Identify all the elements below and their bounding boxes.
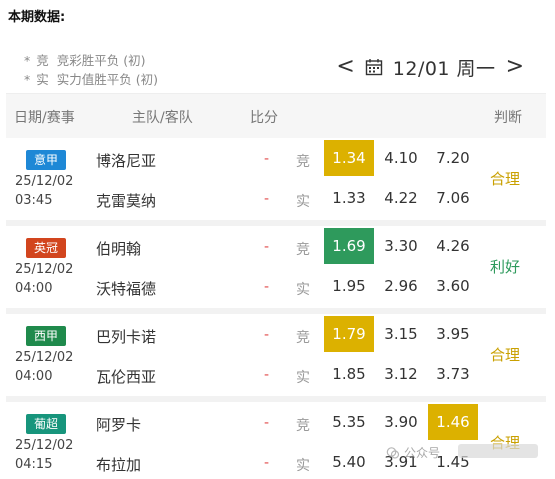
- verdict-label: 合理: [490, 346, 521, 364]
- odd-value: 4.22: [384, 189, 418, 207]
- away-team[interactable]: 沃特福德: [96, 278, 156, 299]
- league-badge[interactable]: 葡超: [26, 414, 66, 434]
- odd-value: 1.85: [332, 365, 366, 383]
- home-score: -: [264, 327, 270, 343]
- match-date: 25/12/02: [15, 438, 74, 453]
- odds-card: * 竞竞彩胜平负 (初) * 实实力值胜平负 (初) < 12/01 周一 > 日期…: [6, 28, 546, 479]
- verdict-label: 合理: [490, 170, 521, 188]
- match-time: 04:00: [15, 369, 53, 384]
- odd-value: 3.60: [436, 277, 470, 295]
- header-teams: 主队/客队: [132, 110, 193, 126]
- odd-value: 1.34: [324, 140, 374, 176]
- match-time: 03:45: [15, 193, 53, 208]
- page-title: 本期数据:: [8, 10, 66, 25]
- away-score: -: [264, 455, 270, 471]
- odd-value: 1.79: [324, 316, 374, 352]
- odds-type-jingcai: 竞: [296, 242, 310, 258]
- away-team[interactable]: 布拉加: [96, 454, 141, 475]
- verdict-label: 利好: [490, 258, 521, 276]
- odd-value: 3.12: [384, 365, 418, 383]
- away-score: -: [264, 367, 270, 383]
- odd-value: 5.35: [332, 413, 366, 431]
- odd-value: 3.90: [384, 413, 418, 431]
- wechat-icon: [386, 446, 400, 459]
- header-date-league: 日期/赛事: [14, 110, 75, 126]
- league-badge[interactable]: 英冠: [26, 238, 66, 258]
- odd-value: 4.26: [436, 237, 470, 255]
- league-badge[interactable]: 西甲: [26, 326, 66, 346]
- match-date: 25/12/02: [15, 262, 74, 277]
- header-verdict: 判断: [494, 110, 522, 126]
- odd-value: 5.40: [332, 453, 366, 471]
- odds-type-strength: 实: [296, 370, 310, 386]
- odd-value: 3.30: [384, 237, 418, 255]
- odd-value: 1.46: [428, 404, 478, 440]
- odds-type-jingcai: 竞: [296, 154, 310, 170]
- odd-value: 7.20: [436, 149, 470, 167]
- home-team[interactable]: 阿罗卡: [96, 414, 141, 435]
- away-team[interactable]: 瓦伦西亚: [96, 366, 156, 387]
- match-row[interactable]: 英冠 25/12/02 04:00 伯明翰 沃特福德 - - 竞 实 1.69 3…: [6, 226, 546, 308]
- home-team[interactable]: 伯明翰: [96, 238, 141, 259]
- match-date: 25/12/02: [15, 174, 74, 189]
- odd-value: 3.73: [436, 365, 470, 383]
- watermark: 公众号: [386, 444, 440, 461]
- match-time: 04:15: [15, 457, 53, 472]
- odds-type-strength: 实: [296, 194, 310, 210]
- odds-type-strength: 实: [296, 282, 310, 298]
- home-score: -: [264, 239, 270, 255]
- match-time: 04:00: [15, 281, 53, 296]
- current-date: 12/01 周一: [392, 57, 496, 80]
- table-header: 日期/赛事 主队/客队 比分 判断: [6, 94, 546, 138]
- odd-value: 4.10: [384, 149, 418, 167]
- legend-item-strength: * 实实力值胜平负 (初): [24, 72, 158, 87]
- calendar-icon[interactable]: [365, 58, 383, 76]
- home-score: -: [264, 415, 270, 431]
- odds-type-jingcai: 竞: [296, 330, 310, 346]
- odds-type-jingcai: 竞: [296, 418, 310, 434]
- legend-box: * 竞竞彩胜平负 (初) * 实实力值胜平负 (初) < 12/01 周一 >: [6, 28, 546, 94]
- odd-value: 3.15: [384, 325, 418, 343]
- away-team[interactable]: 克雷莫纳: [96, 190, 156, 211]
- away-score: -: [264, 279, 270, 295]
- match-date: 25/12/02: [15, 350, 74, 365]
- legend-item-jingcai: * 竞竞彩胜平负 (初): [24, 53, 146, 68]
- odds-type-strength: 实: [296, 458, 310, 474]
- odd-value: 1.33: [332, 189, 366, 207]
- match-row[interactable]: 意甲 25/12/02 03:45 博洛尼亚 克雷莫纳 - - 竞 实 1.34…: [6, 138, 546, 220]
- home-team[interactable]: 巴列卡诺: [96, 326, 156, 347]
- match-row[interactable]: 葡超 25/12/02 04:15 阿罗卡 布拉加 - - 竞 实 5.35 3.…: [6, 402, 546, 479]
- home-score: -: [264, 151, 270, 167]
- odd-value: 3.95: [436, 325, 470, 343]
- odd-value: 1.69: [324, 228, 374, 264]
- match-row[interactable]: 西甲 25/12/02 04:00 巴列卡诺 瓦伦西亚 - - 竞 实 1.79…: [6, 314, 546, 396]
- odd-value: 2.96: [384, 277, 418, 295]
- header-score: 比分: [250, 110, 278, 126]
- watermark-blur: [458, 444, 538, 458]
- odd-value: 7.06: [436, 189, 470, 207]
- home-team[interactable]: 博洛尼亚: [96, 150, 156, 171]
- league-badge[interactable]: 意甲: [26, 150, 66, 170]
- odd-value: 1.95: [332, 277, 366, 295]
- date-navigator: < 12/01 周一 >: [336, 52, 524, 82]
- away-score: -: [264, 191, 270, 207]
- next-date-button[interactable]: >: [506, 56, 524, 78]
- prev-date-button[interactable]: <: [336, 56, 354, 78]
